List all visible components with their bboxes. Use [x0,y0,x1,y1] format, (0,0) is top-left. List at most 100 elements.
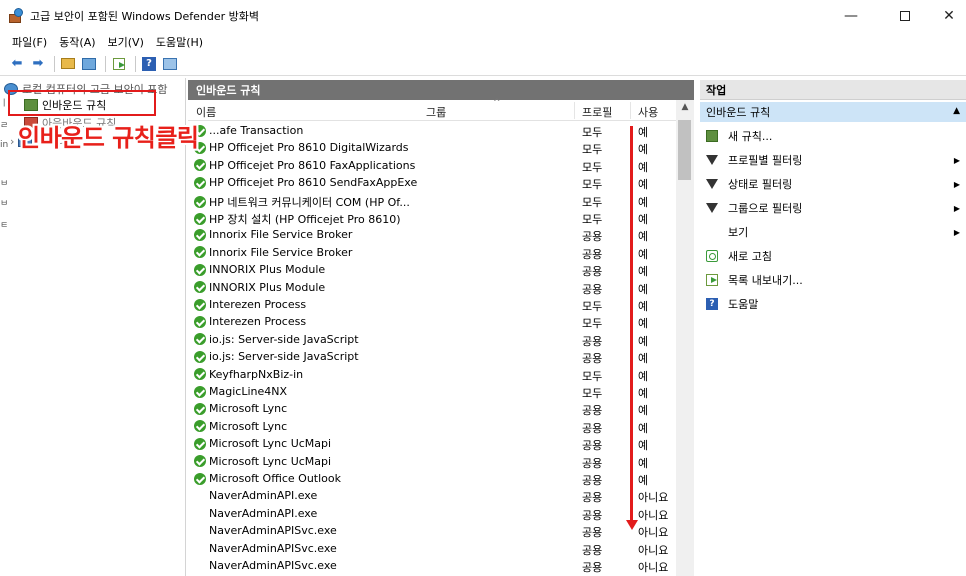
show-hide-tree-button[interactable] [80,55,98,73]
show-action-pane-button[interactable] [161,55,179,73]
rule-profile: 모두 [582,213,603,226]
export-list-button[interactable] [110,55,128,73]
table-row[interactable]: NaverAdminAPI.exe 공용 아니요 [188,505,676,522]
maximize-button[interactable] [882,0,928,32]
rule-name: Innorix File Service Broker [209,245,353,259]
table-row[interactable]: Microsoft Office Outlook 공용 예 [188,470,676,487]
column-header-enabled[interactable]: 사용 [638,104,658,120]
rule-enabled: 예 [638,213,649,226]
rule-enabled: 예 [638,126,649,139]
rule-enabled: 아니요 [638,526,669,540]
window-title: 고급 보안이 포함된 Windows Defender 방화벽 [30,10,260,23]
table-row[interactable]: Innorix File Service Broker 공용 예 [188,226,676,243]
table-row[interactable]: io.js: Server-side JavaScript 공용 예 [188,348,676,365]
rule-enabled: 예 [638,282,649,296]
table-row[interactable]: Microsoft Lync UcMapi 공용 예 [188,435,676,452]
scrollbar-thumb[interactable] [678,120,691,180]
enabled-check-icon [194,159,206,172]
table-row[interactable]: NaverAdminAPISvc.exe 공용 아니요 [188,557,676,574]
rule-name: io.js: Server-side JavaScript [209,350,359,364]
rule-name: Microsoft Lync UcMapi [209,437,332,451]
table-row[interactable]: HP Officejet Pro 8610 FaxApplications 모두 예 [188,157,676,174]
minimize-button[interactable]: — [828,0,874,32]
action-item[interactable]: 프로필별 필터링 ▶ [700,150,966,170]
column-header-profile[interactable]: 프로필 [582,104,612,120]
table-row[interactable]: HP Officejet Pro 8610 DigitalWizards 모두 예 [188,139,676,156]
forward-arrow-icon[interactable]: ➡ [29,55,47,73]
rule-name-cell: Interezen Process [194,298,424,311]
table-row[interactable]: MagicLine4NX 모두 예 [188,383,676,400]
rule-name-cell: ...afe Transaction [194,124,424,137]
close-button[interactable]: ✕ [926,0,966,32]
title-bar: 고급 보안이 포함된 Windows Defender 방화벽 — ✕ [0,0,966,32]
rule-profile: 모두 [582,317,603,331]
rule-name: Microsoft Lync [209,402,288,416]
vertical-scrollbar[interactable]: ▲ [676,100,694,576]
column-divider[interactable] [630,102,631,119]
action-item[interactable]: 새 규칙... [700,126,966,146]
table-row[interactable]: INNORIX Plus Module 공용 예 [188,279,676,296]
table-row[interactable]: Interezen Process 모두 예 [188,296,676,313]
collapse-triangle-icon[interactable]: ▲ [953,106,960,116]
submenu-arrow-icon: ▶ [953,227,960,237]
expand-chevron-icon[interactable]: › [10,135,14,148]
submenu-arrow-icon: ▶ [953,155,960,165]
action-label: 상태로 필터링 [728,178,793,191]
rule-enabled: 예 [638,178,649,192]
table-row[interactable]: NaverAdminAPI.exe 공용 아니요 [188,487,676,504]
rule-name: NaverAdminAPISvc.exe [209,559,337,572]
action-item[interactable]: 상태로 필터링 ▶ [700,174,966,194]
table-row[interactable]: KeyfharpNxBiz-in 모두 예 [188,366,676,383]
table-row[interactable]: io.js: Server-side JavaScript 공용 예 [188,331,676,348]
table-row[interactable]: Microsoft Lync 공용 예 [188,400,676,417]
rule-name: Microsoft Lync UcMapi [209,454,332,468]
table-row[interactable]: ...afe Transaction 모두 예 [188,122,676,139]
column-header-name[interactable]: 이름 [196,104,216,120]
table-row[interactable]: Innorix File Service Broker 공용 예 [188,244,676,261]
annotation-label: 인바운드 규칙클릭 [18,124,199,152]
rule-enabled: 예 [638,421,649,435]
table-row[interactable]: Microsoft Lync 공용 예 [188,418,676,435]
column-header-group[interactable]: 그룹 [426,104,446,120]
table-row[interactable]: Interezen Process 모두 예 [188,313,676,330]
back-arrow-icon[interactable]: ⬅ [8,55,26,73]
table-row[interactable]: NaverAdminAPISvc.exe 공용 아니요 [188,522,676,539]
table-row[interactable]: INNORIX Plus Module 공용 예 [188,261,676,278]
rule-name: ...afe Transaction [209,124,304,137]
rule-profile: 공용 [582,474,603,487]
menu-view[interactable]: 보기(V) [108,34,144,50]
menu-file[interactable]: 파일(F) [12,34,47,50]
enabled-check-icon [194,263,206,276]
action-item[interactable]: 새로 고침 [700,246,966,266]
rule-name-cell: Microsoft Office Outlook [194,472,424,485]
table-row[interactable]: HP Officejet Pro 8610 SendFaxAppExe 모두 예 [188,174,676,191]
help-button[interactable]: ? [140,55,158,73]
action-item[interactable]: 보기 ▶ [700,222,966,242]
up-folder-button[interactable] [59,55,77,73]
rule-name-cell: Interezen Process [194,315,424,328]
rule-name-cell: INNORIX Plus Module [194,263,424,276]
action-item[interactable]: ? 도움말 [700,294,966,314]
scroll-up-arrow-icon[interactable]: ▲ [676,102,694,118]
action-item[interactable]: 목록 내보내기... [700,270,966,290]
menu-action[interactable]: 동작(A) [59,34,95,50]
table-row[interactable]: Microsoft Lync UcMapi 공용 예 [188,453,676,470]
rule-profile: 모두 [582,300,603,313]
table-row[interactable]: HP 네트워크 커뮤니케이터 COM (HP Of... 모두 예 [188,192,676,209]
rule-name: HP Officejet Pro 8610 SendFaxAppExe [209,176,418,190]
rule-profile: 공용 [582,526,603,540]
menu-help[interactable]: 도움말(H) [156,34,203,50]
rule-name: KeyfharpNxBiz-in [209,367,304,381]
firewall-app-icon [8,8,24,24]
enabled-check-icon [194,350,206,363]
toolbar-separator [135,55,136,72]
column-divider[interactable] [574,102,575,119]
action-item[interactable]: 그룹으로 필터링 ▶ [700,198,966,218]
rule-enabled: 예 [638,300,649,313]
table-row[interactable]: NaverAdminAPISvc.exe 공용 아니요 [188,540,676,557]
table-row[interactable]: HP 장치 설치 (HP Officejet Pro 8610) 모두 예 [188,209,676,226]
rule-name-cell: NaverAdminAPISvc.exe [194,524,424,537]
red-down-arrow-annotation [626,126,638,532]
rule-profile: 공용 [582,334,603,348]
actions-section-inbound[interactable]: 인바운드 규칙 ▲ [700,102,966,122]
